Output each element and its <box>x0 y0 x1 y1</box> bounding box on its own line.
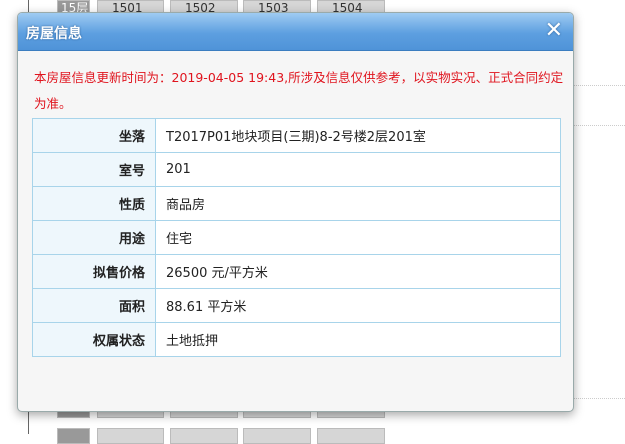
house-info-dialog: 房屋信息 ✕ 本房屋信息更新时间为：2019-04-05 19:43,所涉及信息… <box>17 12 574 412</box>
house-info-table: 坐落 T2017P01地块项目(三期)8-2号楼2层201室 室号 201 性质 商品房用… <box>32 118 561 357</box>
field-label: 室号 <box>32 152 156 187</box>
table-row: 用途 住宅 <box>32 220 561 255</box>
floor-button[interactable] <box>57 428 90 444</box>
field-value: 商品房 <box>155 186 561 221</box>
field-value: 住宅 <box>155 220 561 255</box>
field-value: 201 <box>155 152 561 187</box>
room-button[interactable] <box>317 428 385 444</box>
dialog-title: 房屋信息 <box>26 26 82 42</box>
room-button[interactable] <box>97 428 164 444</box>
field-label: 权属状态 <box>32 322 156 357</box>
table-row: 室号 201 <box>32 152 561 187</box>
field-value: 土地抵押 <box>155 322 561 357</box>
table-row: 性质 商品房 <box>32 186 561 221</box>
dialog-header[interactable]: 房屋信息 ✕ <box>18 13 573 51</box>
field-label: 性质 <box>32 186 156 221</box>
field-label: 面积 <box>32 288 156 323</box>
close-icon[interactable]: ✕ <box>545 18 563 43</box>
table-row: 权属状态 土地抵押 <box>32 322 561 357</box>
room-button[interactable] <box>243 428 311 444</box>
field-label: 坐落 <box>32 118 156 153</box>
field-value: T2017P01地块项目(三期)8-2号楼2层201室 <box>155 118 561 153</box>
update-notice: 本房屋信息更新时间为：2019-04-05 19:43,所涉及信息仅供参考，以实… <box>34 70 564 111</box>
field-value: 88.61 平方米 <box>155 288 561 323</box>
field-value: 26500 元/平方米 <box>155 254 561 289</box>
room-button[interactable] <box>170 428 238 444</box>
table-row: 面积 88.61 平方米 <box>32 288 561 323</box>
table-row: 坐落 T2017P01地块项目(三期)8-2号楼2层201室 <box>32 118 561 153</box>
field-label: 拟售价格 <box>32 254 156 289</box>
field-label: 用途 <box>32 220 156 255</box>
table-row: 拟售价格 26500 元/平方米 <box>32 254 561 289</box>
